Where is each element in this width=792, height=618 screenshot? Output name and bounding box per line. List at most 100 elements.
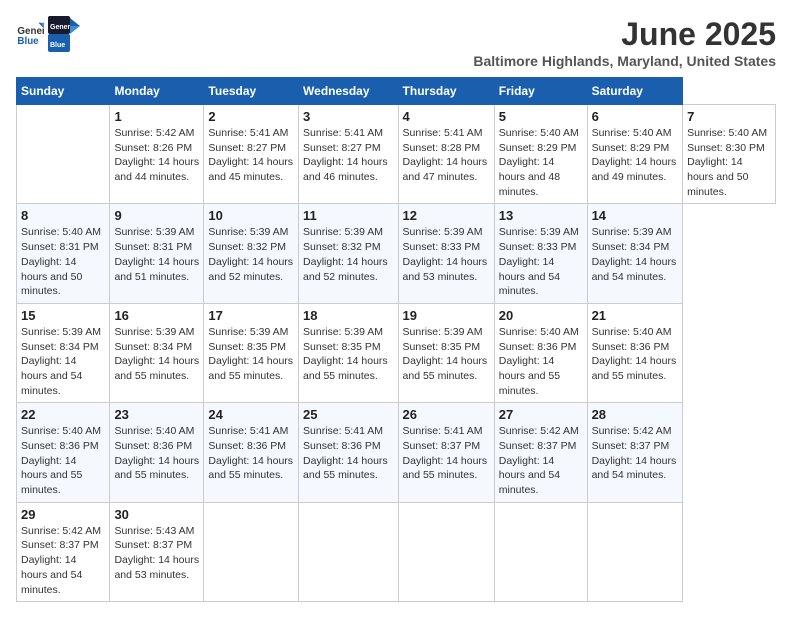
- day-info: Sunrise: 5:39 AM Sunset: 8:32 PM Dayligh…: [303, 225, 394, 284]
- day-info: Sunrise: 5:39 AM Sunset: 8:33 PM Dayligh…: [499, 225, 583, 298]
- day-info: Sunrise: 5:39 AM Sunset: 8:35 PM Dayligh…: [208, 325, 294, 384]
- calendar-cell: 7 Sunrise: 5:40 AM Sunset: 8:30 PM Dayli…: [683, 105, 776, 204]
- day-info: Sunrise: 5:42 AM Sunset: 8:26 PM Dayligh…: [114, 126, 199, 185]
- day-number: 20: [499, 308, 583, 323]
- calendar-cell: 14 Sunrise: 5:39 AM Sunset: 8:34 PM Dayl…: [587, 204, 683, 303]
- day-info: Sunrise: 5:41 AM Sunset: 8:27 PM Dayligh…: [208, 126, 294, 185]
- calendar-cell: [204, 502, 299, 601]
- calendar-cell: 28 Sunrise: 5:42 AM Sunset: 8:37 PM Dayl…: [587, 403, 683, 502]
- calendar-cell: [17, 105, 110, 204]
- calendar-cell: 17 Sunrise: 5:39 AM Sunset: 8:35 PM Dayl…: [204, 303, 299, 402]
- calendar-cell: 30 Sunrise: 5:43 AM Sunset: 8:37 PM Dayl…: [110, 502, 204, 601]
- calendar-cell: 16 Sunrise: 5:39 AM Sunset: 8:34 PM Dayl…: [110, 303, 204, 402]
- day-number: 28: [592, 407, 679, 422]
- day-number: 16: [114, 308, 199, 323]
- calendar-cell: 5 Sunrise: 5:40 AM Sunset: 8:29 PM Dayli…: [494, 105, 587, 204]
- day-info: Sunrise: 5:43 AM Sunset: 8:37 PM Dayligh…: [114, 524, 199, 583]
- day-info: Sunrise: 5:41 AM Sunset: 8:37 PM Dayligh…: [403, 424, 490, 483]
- day-info: Sunrise: 5:40 AM Sunset: 8:31 PM Dayligh…: [21, 225, 105, 298]
- calendar-week-row: 8 Sunrise: 5:40 AM Sunset: 8:31 PM Dayli…: [17, 204, 776, 303]
- day-info: Sunrise: 5:41 AM Sunset: 8:27 PM Dayligh…: [303, 126, 394, 185]
- calendar-cell: [398, 502, 494, 601]
- day-number: 3: [303, 109, 394, 124]
- day-number: 2: [208, 109, 294, 124]
- day-number: 24: [208, 407, 294, 422]
- day-number: 1: [114, 109, 199, 124]
- day-header-sunday: Sunday: [17, 78, 110, 105]
- logo-text-area: General Blue: [48, 16, 80, 52]
- day-info: Sunrise: 5:40 AM Sunset: 8:30 PM Dayligh…: [687, 126, 771, 199]
- day-number: 4: [403, 109, 490, 124]
- logo: General Blue General Blue: [16, 16, 80, 52]
- calendar-cell: 21 Sunrise: 5:40 AM Sunset: 8:36 PM Dayl…: [587, 303, 683, 402]
- day-header-monday: Monday: [110, 78, 204, 105]
- calendar-cell: 11 Sunrise: 5:39 AM Sunset: 8:32 PM Dayl…: [299, 204, 399, 303]
- day-info: Sunrise: 5:42 AM Sunset: 8:37 PM Dayligh…: [499, 424, 583, 497]
- day-header-thursday: Thursday: [398, 78, 494, 105]
- day-number: 21: [592, 308, 679, 323]
- svg-text:Blue: Blue: [17, 36, 39, 47]
- calendar-week-row: 15 Sunrise: 5:39 AM Sunset: 8:34 PM Dayl…: [17, 303, 776, 402]
- calendar-cell: [587, 502, 683, 601]
- day-number: 27: [499, 407, 583, 422]
- calendar-cell: 29 Sunrise: 5:42 AM Sunset: 8:37 PM Dayl…: [17, 502, 110, 601]
- day-number: 18: [303, 308, 394, 323]
- calendar-cell: 23 Sunrise: 5:40 AM Sunset: 8:36 PM Dayl…: [110, 403, 204, 502]
- day-number: 9: [114, 208, 199, 223]
- calendar-cell: 10 Sunrise: 5:39 AM Sunset: 8:32 PM Dayl…: [204, 204, 299, 303]
- day-header-friday: Friday: [494, 78, 587, 105]
- month-title: June 2025: [473, 16, 776, 53]
- day-number: 19: [403, 308, 490, 323]
- day-info: Sunrise: 5:41 AM Sunset: 8:36 PM Dayligh…: [208, 424, 294, 483]
- day-number: 5: [499, 109, 583, 124]
- day-number: 23: [114, 407, 199, 422]
- day-number: 10: [208, 208, 294, 223]
- day-number: 25: [303, 407, 394, 422]
- day-info: Sunrise: 5:39 AM Sunset: 8:32 PM Dayligh…: [208, 225, 294, 284]
- day-info: Sunrise: 5:40 AM Sunset: 8:29 PM Dayligh…: [499, 126, 583, 199]
- svg-text:Blue: Blue: [50, 42, 65, 49]
- day-info: Sunrise: 5:39 AM Sunset: 8:35 PM Dayligh…: [403, 325, 490, 384]
- calendar-cell: 1 Sunrise: 5:42 AM Sunset: 8:26 PM Dayli…: [110, 105, 204, 204]
- calendar-week-row: 1 Sunrise: 5:42 AM Sunset: 8:26 PM Dayli…: [17, 105, 776, 204]
- day-number: 15: [21, 308, 105, 323]
- calendar-header-row: SundayMondayTuesdayWednesdayThursdayFrid…: [17, 78, 776, 105]
- day-info: Sunrise: 5:39 AM Sunset: 8:35 PM Dayligh…: [303, 325, 394, 384]
- day-info: Sunrise: 5:41 AM Sunset: 8:36 PM Dayligh…: [303, 424, 394, 483]
- calendar-week-row: 22 Sunrise: 5:40 AM Sunset: 8:36 PM Dayl…: [17, 403, 776, 502]
- day-info: Sunrise: 5:39 AM Sunset: 8:34 PM Dayligh…: [592, 225, 679, 284]
- calendar-cell: 20 Sunrise: 5:40 AM Sunset: 8:36 PM Dayl…: [494, 303, 587, 402]
- day-header-tuesday: Tuesday: [204, 78, 299, 105]
- day-number: 6: [592, 109, 679, 124]
- calendar-cell: 6 Sunrise: 5:40 AM Sunset: 8:29 PM Dayli…: [587, 105, 683, 204]
- day-number: 8: [21, 208, 105, 223]
- calendar-cell: 27 Sunrise: 5:42 AM Sunset: 8:37 PM Dayl…: [494, 403, 587, 502]
- day-number: 7: [687, 109, 771, 124]
- calendar-cell: 22 Sunrise: 5:40 AM Sunset: 8:36 PM Dayl…: [17, 403, 110, 502]
- day-info: Sunrise: 5:42 AM Sunset: 8:37 PM Dayligh…: [592, 424, 679, 483]
- calendar-cell: 26 Sunrise: 5:41 AM Sunset: 8:37 PM Dayl…: [398, 403, 494, 502]
- day-info: Sunrise: 5:40 AM Sunset: 8:36 PM Dayligh…: [592, 325, 679, 384]
- day-number: 11: [303, 208, 394, 223]
- day-number: 14: [592, 208, 679, 223]
- calendar-week-row: 29 Sunrise: 5:42 AM Sunset: 8:37 PM Dayl…: [17, 502, 776, 601]
- day-info: Sunrise: 5:42 AM Sunset: 8:37 PM Dayligh…: [21, 524, 105, 597]
- day-info: Sunrise: 5:39 AM Sunset: 8:34 PM Dayligh…: [114, 325, 199, 384]
- logo-graphic: General Blue: [48, 16, 80, 52]
- day-number: 26: [403, 407, 490, 422]
- day-number: 29: [21, 507, 105, 522]
- day-info: Sunrise: 5:39 AM Sunset: 8:31 PM Dayligh…: [114, 225, 199, 284]
- day-info: Sunrise: 5:40 AM Sunset: 8:36 PM Dayligh…: [21, 424, 105, 497]
- day-header-saturday: Saturday: [587, 78, 683, 105]
- day-number: 22: [21, 407, 105, 422]
- day-info: Sunrise: 5:39 AM Sunset: 8:34 PM Dayligh…: [21, 325, 105, 398]
- day-number: 17: [208, 308, 294, 323]
- calendar-cell: 13 Sunrise: 5:39 AM Sunset: 8:33 PM Dayl…: [494, 204, 587, 303]
- calendar-cell: 3 Sunrise: 5:41 AM Sunset: 8:27 PM Dayli…: [299, 105, 399, 204]
- location-title: Baltimore Highlands, Maryland, United St…: [473, 53, 776, 69]
- page-header: General Blue General Blue June 2025 Balt…: [16, 16, 776, 69]
- calendar-table: SundayMondayTuesdayWednesdayThursdayFrid…: [16, 77, 776, 602]
- day-info: Sunrise: 5:40 AM Sunset: 8:36 PM Dayligh…: [499, 325, 583, 398]
- day-header-wednesday: Wednesday: [299, 78, 399, 105]
- day-info: Sunrise: 5:40 AM Sunset: 8:29 PM Dayligh…: [592, 126, 679, 185]
